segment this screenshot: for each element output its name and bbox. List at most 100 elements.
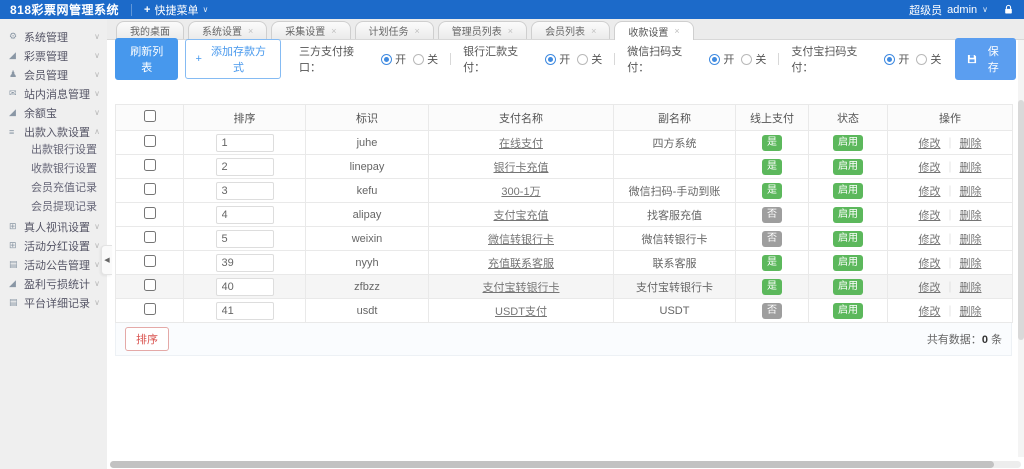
radio-on[interactable]: 开	[381, 51, 406, 67]
sidebar-item-6[interactable]: ⊞真人视讯设置∨	[0, 217, 107, 236]
radio-off-circle[interactable]	[916, 54, 927, 65]
radio-on-circle[interactable]	[884, 54, 895, 65]
vertical-scrollbar-thumb[interactable]	[1018, 100, 1024, 340]
select-all-checkbox[interactable]	[144, 110, 156, 122]
sidebar-item-5[interactable]: ≡出款入款设置∧	[0, 122, 107, 141]
radio-on-circle[interactable]	[709, 54, 720, 65]
order-input[interactable]	[216, 206, 274, 224]
radio-off[interactable]: 关	[741, 51, 766, 67]
tab-6[interactable]: 收款设置×	[614, 21, 693, 40]
payment-name-link[interactable]: 充值联系客服	[488, 258, 554, 270]
sidebar-collapse-handle[interactable]: ◀	[101, 245, 112, 275]
delete-link[interactable]: 删除	[960, 186, 982, 198]
sidebar-item-8[interactable]: ▤活动公告管理∨	[0, 255, 107, 274]
payment-name-link[interactable]: USDT支付	[495, 306, 547, 318]
sidebar-item-2[interactable]: ♟会员管理∨	[0, 65, 107, 84]
payment-name-link[interactable]: 支付宝转银行卡	[483, 282, 560, 294]
sidebar-subitem[interactable]: 收款银行设置	[0, 160, 107, 179]
row-checkbox[interactable]	[144, 159, 156, 171]
radio-off[interactable]: 关	[413, 51, 438, 67]
sidebar-subitem[interactable]: 会员充值记录	[0, 179, 107, 198]
payment-name-link[interactable]: 300-1万	[501, 186, 540, 198]
delete-link[interactable]: 删除	[960, 138, 982, 150]
payment-name-link[interactable]: 微信转银行卡	[488, 234, 554, 246]
tab-0[interactable]: 我的桌面	[116, 21, 184, 39]
sidebar-item-7[interactable]: ⊞活动分红设置∨	[0, 236, 107, 255]
tab-3[interactable]: 计划任务×	[355, 21, 434, 39]
radio-off[interactable]: 关	[916, 51, 941, 67]
sidebar-item-0[interactable]: ⚙系统管理∨	[0, 27, 107, 46]
edit-link[interactable]: 修改	[919, 234, 941, 246]
row-status-cell: 启用	[809, 251, 888, 275]
add-deposit-method-button[interactable]: +添加存款方式	[185, 39, 281, 79]
payment-name-link[interactable]: 银行卡充值	[494, 162, 549, 174]
radio-on[interactable]: 开	[545, 51, 570, 67]
quick-menu-button[interactable]: + 快捷菜单 ∨	[144, 2, 208, 18]
sidebar-item-1[interactable]: ◢彩票管理∨	[0, 46, 107, 65]
edit-link[interactable]: 修改	[919, 162, 941, 174]
tab-5[interactable]: 会员列表×	[531, 21, 610, 39]
radio-off[interactable]: 关	[577, 51, 602, 67]
row-checkbox[interactable]	[144, 279, 156, 291]
lock-icon[interactable]	[1003, 4, 1014, 15]
user-menu[interactable]: 超级员 admin ∨	[909, 2, 1014, 18]
row-checkbox[interactable]	[144, 303, 156, 315]
row-checkbox[interactable]	[144, 231, 156, 243]
tab-close-icon[interactable]: ×	[331, 26, 336, 36]
horizontal-scrollbar-thumb[interactable]	[110, 461, 994, 468]
order-input[interactable]	[216, 182, 274, 200]
tab-2[interactable]: 采集设置×	[271, 21, 350, 39]
edit-link[interactable]: 修改	[919, 186, 941, 198]
edit-link[interactable]: 修改	[919, 210, 941, 222]
sidebar-subitem[interactable]: 出款银行设置	[0, 141, 107, 160]
radio-off-circle[interactable]	[413, 54, 424, 65]
row-checkbox[interactable]	[144, 207, 156, 219]
edit-link[interactable]: 修改	[919, 138, 941, 150]
delete-link[interactable]: 删除	[960, 210, 982, 222]
radio-off-circle[interactable]	[577, 54, 588, 65]
sidebar-item-10[interactable]: ▤平台详细记录∨	[0, 293, 107, 312]
radio-on-circle[interactable]	[545, 54, 556, 65]
refresh-list-button[interactable]: 刷新列表	[115, 38, 178, 80]
edit-link[interactable]: 修改	[919, 306, 941, 318]
order-input[interactable]	[216, 278, 274, 296]
payment-name-link[interactable]: 在线支付	[499, 138, 543, 150]
row-checkbox[interactable]	[144, 135, 156, 147]
tab-1[interactable]: 系统设置×	[188, 21, 267, 39]
radio-on-circle[interactable]	[381, 54, 392, 65]
tab-close-icon[interactable]: ×	[415, 26, 420, 36]
sidebar-item-4[interactable]: ◢余额宝∨	[0, 103, 107, 122]
delete-link[interactable]: 删除	[960, 234, 982, 246]
row-subname-cell: 支付宝转银行卡	[614, 275, 736, 299]
row-checkbox[interactable]	[144, 255, 156, 267]
sidebar-subitem[interactable]: 会员提现记录	[0, 198, 107, 217]
sort-button[interactable]: 排序	[125, 327, 169, 351]
order-input[interactable]	[216, 158, 274, 176]
delete-link[interactable]: 删除	[960, 162, 982, 174]
edit-link[interactable]: 修改	[919, 258, 941, 270]
order-input[interactable]	[216, 134, 274, 152]
sidebar-item-9[interactable]: ◢盈利亏损统计∨	[0, 274, 107, 293]
order-input[interactable]	[216, 230, 274, 248]
tab-4[interactable]: 管理员列表×	[438, 21, 527, 39]
vertical-scrollbar[interactable]	[1018, 40, 1024, 457]
row-checkbox[interactable]	[144, 183, 156, 195]
radio-on[interactable]: 开	[884, 51, 909, 67]
tab-close-icon[interactable]: ×	[508, 26, 513, 36]
radio-off-circle[interactable]	[741, 54, 752, 65]
row-checkbox-cell	[116, 227, 184, 251]
tab-close-icon[interactable]: ×	[674, 26, 679, 36]
tab-close-icon[interactable]: ×	[591, 26, 596, 36]
delete-link[interactable]: 删除	[960, 258, 982, 270]
payment-name-link[interactable]: 支付宝充值	[494, 210, 549, 222]
delete-link[interactable]: 删除	[960, 282, 982, 294]
delete-link[interactable]: 删除	[960, 306, 982, 318]
edit-link[interactable]: 修改	[919, 282, 941, 294]
order-input[interactable]	[216, 302, 274, 320]
horizontal-scrollbar[interactable]	[110, 461, 1021, 468]
tab-close-icon[interactable]: ×	[248, 26, 253, 36]
order-input[interactable]	[216, 254, 274, 272]
sidebar-item-3[interactable]: ✉站内消息管理∨	[0, 84, 107, 103]
radio-on[interactable]: 开	[709, 51, 734, 67]
save-button[interactable]: 保存	[955, 38, 1016, 80]
